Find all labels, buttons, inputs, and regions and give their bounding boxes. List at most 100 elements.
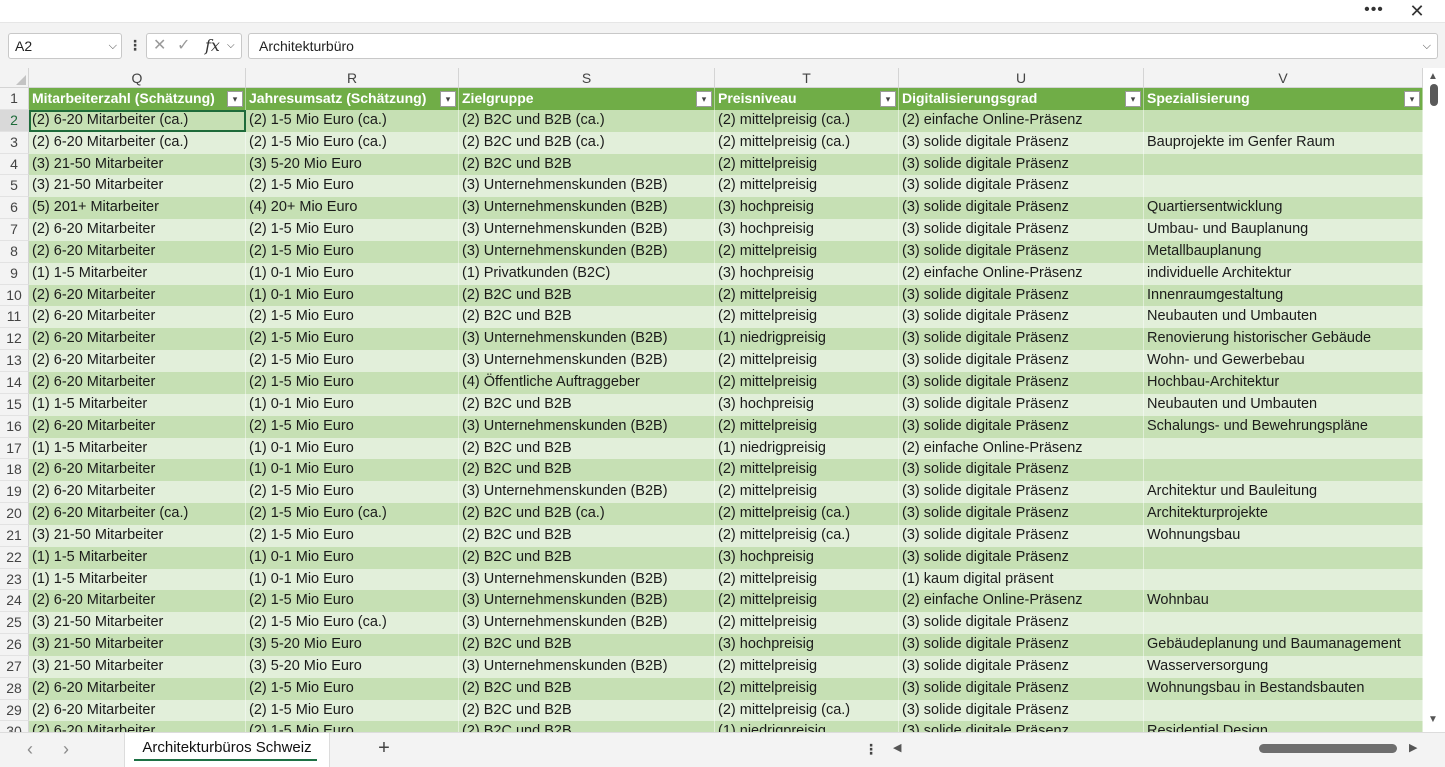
- table-cell[interactable]: (2) 1-5 Mio Euro (ca.): [246, 109, 459, 132]
- row-header[interactable]: 8: [0, 240, 29, 263]
- table-cell[interactable]: (2) 6-20 Mitarbeiter: [29, 371, 246, 394]
- table-cell[interactable]: (2) 1-5 Mio Euro: [246, 175, 459, 198]
- table-cell[interactable]: (2) mittelpreisig: [715, 677, 899, 700]
- table-cell[interactable]: (3) Unternehmenskunden (B2B): [459, 415, 715, 438]
- table-cell[interactable]: (2) mittelpreisig: [715, 415, 899, 438]
- filter-dropdown-icon[interactable]: ▾: [696, 91, 712, 107]
- table-cell[interactable]: Wohnbau: [1144, 590, 1423, 613]
- table-cell[interactable]: (3) Unternehmenskunden (B2B): [459, 568, 715, 591]
- table-cell[interactable]: [1144, 546, 1423, 569]
- table-cell[interactable]: (1) 0-1 Mio Euro: [246, 393, 459, 416]
- table-cell[interactable]: (2) mittelpreisig: [715, 459, 899, 482]
- table-cell[interactable]: (3) solide digitale Präsenz: [899, 328, 1144, 351]
- table-cell[interactable]: (3) 21-50 Mitarbeiter: [29, 524, 246, 547]
- table-cell[interactable]: Gebäudeplanung und Baumanagement: [1144, 634, 1423, 656]
- table-cell[interactable]: (1) 0-1 Mio Euro: [246, 284, 459, 307]
- table-cell[interactable]: (3) Unternehmenskunden (B2B): [459, 175, 715, 198]
- table-cell[interactable]: (3) solide digitale Präsenz: [899, 240, 1144, 263]
- table-cell[interactable]: Renovierung historischer Gebäude: [1144, 328, 1423, 351]
- scroll-right-icon[interactable]: ▶: [1409, 741, 1417, 754]
- table-cell[interactable]: (2) B2C und B2B: [459, 153, 715, 176]
- table-cell[interactable]: Quartiersentwicklung: [1144, 197, 1423, 220]
- sheet-tab[interactable]: Architekturbüros Schweiz: [124, 733, 330, 767]
- table-cell[interactable]: (2) mittelpreisig: [715, 481, 899, 504]
- table-cell[interactable]: (2) B2C und B2B: [459, 524, 715, 547]
- formula-input[interactable]: Architekturbüro ⌵: [248, 33, 1438, 59]
- table-cell[interactable]: (3) hochpreisig: [715, 634, 899, 656]
- table-cell[interactable]: (3) hochpreisig: [715, 262, 899, 285]
- table-cell[interactable]: (2) 1-5 Mio Euro: [246, 240, 459, 263]
- table-cell[interactable]: Neubauten und Umbauten: [1144, 393, 1423, 416]
- table-cell[interactable]: (2) mittelpreisig: [715, 350, 899, 372]
- next-sheet-icon[interactable]: ›: [56, 737, 76, 761]
- table-cell[interactable]: (3) Unternehmenskunden (B2B): [459, 350, 715, 372]
- row-header[interactable]: 24: [0, 590, 29, 613]
- table-cell[interactable]: (1) kaum digital präsent: [899, 568, 1144, 591]
- table-cell[interactable]: (2) B2C und B2B: [459, 393, 715, 416]
- row-header[interactable]: 13: [0, 350, 29, 372]
- table-cell[interactable]: (2) B2C und B2B: [459, 437, 715, 460]
- table-cell[interactable]: Wohnungsbau in Bestandsbauten: [1144, 677, 1423, 700]
- table-cell[interactable]: (2) mittelpreisig: [715, 175, 899, 198]
- table-cell[interactable]: (3) 21-50 Mitarbeiter: [29, 634, 246, 656]
- chevron-down-icon[interactable]: ⌵: [227, 34, 235, 58]
- table-cell[interactable]: (2) mittelpreisig: [715, 153, 899, 176]
- row-header[interactable]: 1: [0, 88, 29, 110]
- formula-options-icon[interactable]: ⋮: [128, 35, 142, 57]
- table-cell[interactable]: (2) 6-20 Mitarbeiter: [29, 481, 246, 504]
- table-cell[interactable]: (2) 6-20 Mitarbeiter: [29, 306, 246, 329]
- table-cell[interactable]: (3) solide digitale Präsenz: [899, 197, 1144, 220]
- table-cell[interactable]: Residential Design: [1144, 721, 1423, 732]
- table-cell[interactable]: (2) B2C und B2B (ca.): [459, 503, 715, 525]
- table-cell[interactable]: [1144, 612, 1423, 635]
- table-cell[interactable]: (2) mittelpreisig: [715, 590, 899, 613]
- scroll-left-icon[interactable]: ◀: [893, 741, 901, 754]
- header-cell[interactable]: Zielgruppe ▾: [459, 88, 715, 110]
- row-header[interactable]: 10: [0, 284, 29, 307]
- table-cell[interactable]: [1144, 175, 1423, 198]
- table-cell[interactable]: (5) 201+ Mitarbeiter: [29, 197, 246, 220]
- table-cell[interactable]: [1144, 153, 1423, 176]
- row-header[interactable]: 15: [0, 393, 29, 416]
- row-header[interactable]: 2: [0, 109, 29, 132]
- table-cell[interactable]: (1) 0-1 Mio Euro: [246, 459, 459, 482]
- table-cell[interactable]: (2) 6-20 Mitarbeiter: [29, 328, 246, 351]
- table-cell[interactable]: (2) 6-20 Mitarbeiter: [29, 350, 246, 372]
- table-cell[interactable]: (2) B2C und B2B: [459, 284, 715, 307]
- more-options-icon[interactable]: •••: [1362, 0, 1386, 23]
- header-cell[interactable]: Preisniveau ▾: [715, 88, 899, 110]
- table-cell[interactable]: (3) solide digitale Präsenz: [899, 503, 1144, 525]
- row-header[interactable]: 21: [0, 524, 29, 547]
- table-cell[interactable]: (3) 21-50 Mitarbeiter: [29, 655, 246, 678]
- header-cell[interactable]: Digitalisierungsgrad ▾: [899, 88, 1144, 110]
- table-cell[interactable]: (1) 0-1 Mio Euro: [246, 546, 459, 569]
- table-cell[interactable]: (2) 1-5 Mio Euro (ca.): [246, 503, 459, 525]
- table-cell[interactable]: (3) solide digitale Präsenz: [899, 612, 1144, 635]
- table-cell[interactable]: (3) Unternehmenskunden (B2B): [459, 655, 715, 678]
- table-cell[interactable]: (2) 1-5 Mio Euro: [246, 306, 459, 329]
- table-cell[interactable]: (3) Unternehmenskunden (B2B): [459, 481, 715, 504]
- table-cell[interactable]: (1) 1-5 Mitarbeiter: [29, 546, 246, 569]
- filter-dropdown-icon[interactable]: ▾: [440, 91, 456, 107]
- table-cell[interactable]: Metallbauplanung: [1144, 240, 1423, 263]
- table-cell[interactable]: Schalungs- und Bewehrungspläne: [1144, 415, 1423, 438]
- table-cell[interactable]: (3) hochpreisig: [715, 546, 899, 569]
- table-cell[interactable]: (3) solide digitale Präsenz: [899, 546, 1144, 569]
- table-cell[interactable]: (3) solide digitale Präsenz: [899, 306, 1144, 329]
- table-cell[interactable]: (2) mittelpreisig: [715, 240, 899, 263]
- table-cell[interactable]: (1) 0-1 Mio Euro: [246, 262, 459, 285]
- table-cell[interactable]: (3) 21-50 Mitarbeiter: [29, 153, 246, 176]
- table-cell[interactable]: (2) B2C und B2B (ca.): [459, 109, 715, 132]
- table-cell[interactable]: (2) 6-20 Mitarbeiter: [29, 459, 246, 482]
- table-cell[interactable]: (3) solide digitale Präsenz: [899, 721, 1144, 732]
- table-cell[interactable]: (2) mittelpreisig (ca.): [715, 131, 899, 154]
- table-cell[interactable]: (2) 6-20 Mitarbeiter: [29, 240, 246, 263]
- table-cell[interactable]: Wohn- und Gewerbebau: [1144, 350, 1423, 372]
- table-cell[interactable]: Architekturprojekte: [1144, 503, 1423, 525]
- table-cell[interactable]: (2) 1-5 Mio Euro: [246, 721, 459, 732]
- table-cell[interactable]: (3) hochpreisig: [715, 197, 899, 220]
- table-cell[interactable]: (1) 0-1 Mio Euro: [246, 437, 459, 460]
- table-cell[interactable]: (4) 20+ Mio Euro: [246, 197, 459, 220]
- table-cell[interactable]: (2) mittelpreisig: [715, 655, 899, 678]
- name-box[interactable]: A2 ⌵: [8, 33, 122, 59]
